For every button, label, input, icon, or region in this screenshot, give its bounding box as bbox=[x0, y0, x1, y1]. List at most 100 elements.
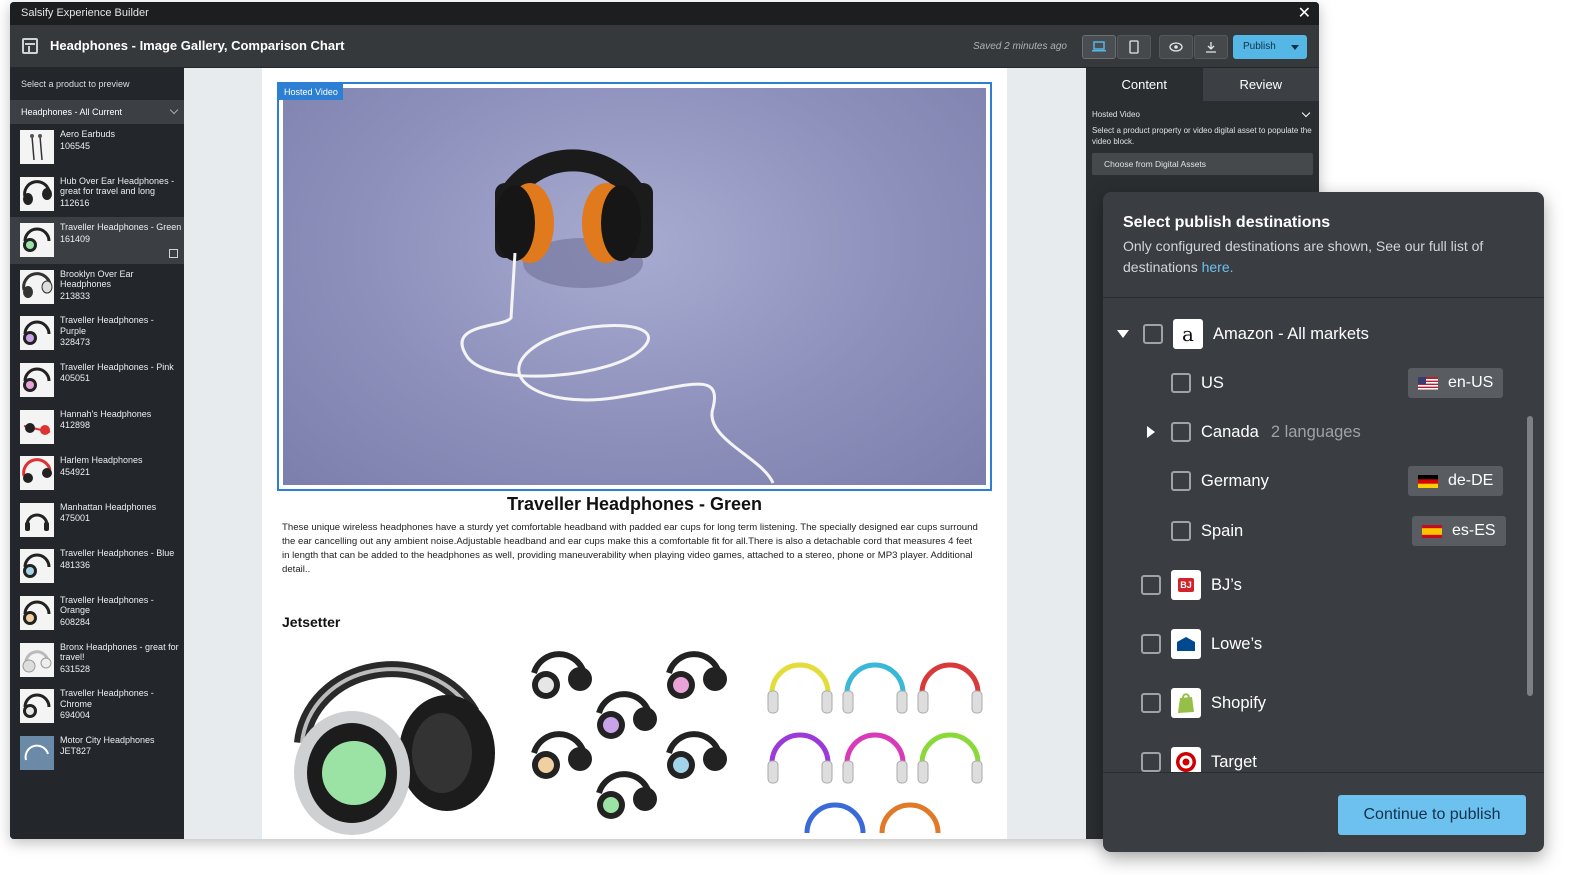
destination-canada: Canada 2 languages bbox=[1147, 412, 1361, 452]
destination-shopify: Shopify bbox=[1141, 683, 1266, 723]
product-thumbnail bbox=[20, 362, 54, 397]
help-text: Select a product property or video digit… bbox=[1092, 126, 1312, 146]
section-title: Jetsetter bbox=[282, 614, 341, 630]
gallery-image-2 bbox=[524, 643, 744, 839]
product-name: Manhattan Headphones bbox=[60, 501, 157, 512]
product-item[interactable]: Traveller Headphones - Orange 608284 bbox=[10, 590, 184, 637]
scrollbar[interactable] bbox=[1527, 416, 1533, 696]
expand-icon[interactable] bbox=[1147, 426, 1155, 438]
product-item[interactable]: Hub Over Ear Headphones - great for trav… bbox=[10, 171, 184, 218]
destination-label: BJ’s bbox=[1211, 575, 1242, 594]
laptop-icon bbox=[1092, 41, 1106, 52]
destination-label: Canada bbox=[1201, 422, 1259, 441]
close-icon[interactable]: ✕ bbox=[1298, 2, 1311, 25]
product-thumbnail bbox=[20, 316, 54, 351]
destination-label: Amazon - All markets bbox=[1213, 324, 1369, 343]
hosted-video-block[interactable]: Hosted Video bbox=[277, 82, 992, 491]
germany-flag-icon bbox=[1418, 474, 1438, 488]
desktop-view-button[interactable] bbox=[1082, 35, 1116, 59]
product-thumbnail bbox=[20, 595, 54, 630]
destination-bjs: BJ BJ’s bbox=[1141, 565, 1242, 605]
window-title: Salsify Experience Builder bbox=[21, 7, 149, 19]
preview-canvas: Hosted Video Traveller Headphones - Gree… bbox=[184, 68, 1086, 839]
destination-amazon: a Amazon - All markets bbox=[1117, 314, 1369, 354]
amazon-checkbox[interactable] bbox=[1143, 324, 1163, 344]
spain-checkbox[interactable] bbox=[1171, 521, 1191, 541]
product-sku: 328473 bbox=[60, 337, 91, 348]
canada-checkbox[interactable] bbox=[1171, 422, 1191, 442]
product-item[interactable]: Traveller Headphones - Chrome 694004 bbox=[10, 683, 184, 730]
product-item[interactable]: Hannah's Headphones 412898 bbox=[10, 404, 184, 451]
download-button[interactable] bbox=[1194, 35, 1228, 59]
product-item[interactable]: Traveller Headphones - Blue 481336 bbox=[10, 543, 184, 590]
continue-to-publish-button[interactable]: Continue to publish bbox=[1338, 795, 1526, 835]
product-item[interactable]: Manhattan Headphones 475001 bbox=[10, 497, 184, 544]
preview-button[interactable] bbox=[1159, 35, 1193, 59]
destination-label: US bbox=[1201, 373, 1224, 392]
source-select-value: Choose from Digital Assets bbox=[1104, 159, 1207, 169]
destination-label: Shopify bbox=[1211, 693, 1267, 712]
language-count: 2 languages bbox=[1270, 422, 1361, 441]
product-list: Aero Earbuds 106545 Hub Over Ear Headpho… bbox=[10, 124, 184, 776]
tab-content[interactable]: Content bbox=[1086, 68, 1203, 101]
modal-title: Select publish destinations bbox=[1123, 214, 1331, 231]
target-checkbox[interactable] bbox=[1141, 752, 1161, 772]
tab-review[interactable]: Review bbox=[1202, 68, 1319, 101]
product-item[interactable]: Motor City Headphones JET827 bbox=[10, 730, 184, 777]
destination-list: a Amazon - All markets US en-US Canada 2… bbox=[1103, 298, 1544, 772]
product-sku: 412898 bbox=[60, 420, 91, 431]
product-thumbnail bbox=[20, 456, 54, 491]
product-name: Traveller Headphones - Green bbox=[60, 222, 182, 233]
product-sku: 112616 bbox=[60, 197, 90, 208]
toolbar: Headphones - Image Gallery, Comparison C… bbox=[10, 25, 1319, 68]
product-description: These unique wireless headphones have a … bbox=[282, 522, 978, 575]
source-select[interactable]: Choose from Digital Assets bbox=[1092, 153, 1313, 175]
product-item[interactable]: Bronx Headphones - great for travel! 631… bbox=[10, 637, 184, 684]
document-title: Headphones - Image Gallery, Comparison C… bbox=[50, 38, 345, 53]
product-list-select-value: Headphones - All Current bbox=[21, 107, 123, 117]
destination-target: Target bbox=[1141, 742, 1257, 772]
product-item[interactable]: Aero Earbuds 106545 bbox=[10, 124, 184, 171]
publish-label: Publish bbox=[1243, 41, 1276, 52]
panel-tabs: Content Review bbox=[1086, 68, 1319, 101]
product-name: Hannah's Headphones bbox=[60, 408, 152, 419]
external-link-icon[interactable] bbox=[169, 248, 178, 258]
product-sku: 475001 bbox=[60, 513, 91, 524]
lowes-checkbox[interactable] bbox=[1141, 634, 1161, 654]
destinations-link[interactable]: here. bbox=[1202, 259, 1234, 275]
product-title: Traveller Headphones - Green bbox=[506, 494, 763, 514]
product-item-selected[interactable]: Traveller Headphones - Green 161409 bbox=[10, 217, 184, 264]
product-item[interactable]: Traveller Headphones - Purple 328473 bbox=[10, 310, 184, 357]
product-thumbnail bbox=[20, 689, 54, 724]
mobile-view-button[interactable] bbox=[1117, 35, 1151, 59]
modal-subtitle: Only configured destinations are shown, … bbox=[1123, 236, 1523, 278]
locale-badge: es-ES bbox=[1412, 516, 1506, 546]
destination-spain: Spain bbox=[1171, 511, 1243, 551]
collapse-icon[interactable] bbox=[1117, 330, 1129, 338]
product-name: Aero Earbuds bbox=[60, 129, 116, 139]
video-thumbnail bbox=[283, 88, 986, 485]
gallery-image-3 bbox=[762, 643, 987, 839]
eye-icon bbox=[1169, 42, 1183, 52]
lowes-logo-icon bbox=[1171, 629, 1201, 659]
product-name: Traveller Headphones - Orange bbox=[60, 594, 154, 616]
us-flag-icon bbox=[1418, 376, 1438, 390]
locale-code: es-ES bbox=[1452, 522, 1496, 539]
destination-label: Spain bbox=[1201, 521, 1244, 540]
bjs-checkbox[interactable] bbox=[1141, 575, 1161, 595]
shopify-checkbox[interactable] bbox=[1141, 693, 1161, 713]
publish-destinations-modal: Select publish destinations Only configu… bbox=[1103, 192, 1544, 852]
product-thumbnail bbox=[20, 735, 54, 770]
chevron-down-icon bbox=[169, 105, 179, 115]
product-item[interactable]: Brooklyn Over Ear Headphones 213833 bbox=[10, 264, 184, 311]
amazon-logo-icon: a bbox=[1173, 319, 1203, 349]
product-item[interactable]: Traveller Headphones - Pink 405051 bbox=[10, 357, 184, 404]
product-thumbnail bbox=[20, 269, 54, 304]
product-item[interactable]: Harlem Headphones 454921 bbox=[10, 450, 184, 497]
publish-button[interactable]: Publish bbox=[1233, 35, 1307, 59]
section-header[interactable]: Hosted Video bbox=[1086, 101, 1319, 119]
us-checkbox[interactable] bbox=[1171, 373, 1191, 393]
germany-checkbox[interactable] bbox=[1171, 471, 1191, 491]
product-name: Traveller Headphones - Pink bbox=[60, 361, 174, 372]
product-list-select[interactable]: Headphones - All Current bbox=[10, 100, 184, 124]
